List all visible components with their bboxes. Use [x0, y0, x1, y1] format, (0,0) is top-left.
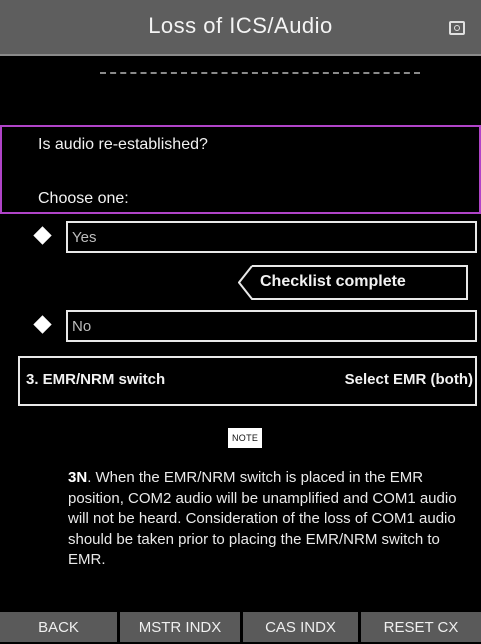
display-settings-icon[interactable]	[449, 21, 465, 35]
option-no[interactable]: No	[66, 310, 477, 342]
note-text: 3N. When the EMR/NRM switch is placed in…	[68, 468, 460, 610]
checklist-complete-result[interactable]: Checklist complete	[238, 265, 468, 300]
cas-index-button[interactable]: CAS INDX	[243, 612, 358, 642]
step-3-label: 3. EMR/NRM switch	[26, 371, 166, 388]
master-index-button[interactable]: MSTR INDX	[120, 612, 240, 642]
no-diamond-icon	[33, 315, 52, 334]
question-prompt: Is audio re-established?	[38, 136, 208, 153]
note-body: . When the EMR/NRM switch is placed in t…	[68, 469, 457, 568]
step-3-action: Select EMR (both)	[344, 371, 473, 388]
reset-cx-button[interactable]: RESET CX	[361, 612, 481, 642]
choose-one-label: Choose one:	[38, 190, 129, 207]
checklist-complete-label: Checklist complete	[260, 273, 406, 290]
note-id: 3N	[68, 469, 88, 486]
note-badge: NOTE	[228, 428, 263, 448]
title-bar: Loss of ICS/Audio	[0, 0, 481, 56]
bottom-button-bar: BACK MSTR INDX CAS INDX RESET CX	[0, 612, 481, 642]
step-3-row[interactable]: 3. EMR/NRM switch Select EMR (both)	[18, 356, 477, 406]
option-yes[interactable]: Yes	[66, 221, 477, 253]
page-title: Loss of ICS/Audio	[148, 13, 333, 38]
yes-diamond-icon	[33, 226, 52, 245]
dashed-separator	[100, 72, 420, 74]
back-button[interactable]: BACK	[0, 612, 117, 642]
